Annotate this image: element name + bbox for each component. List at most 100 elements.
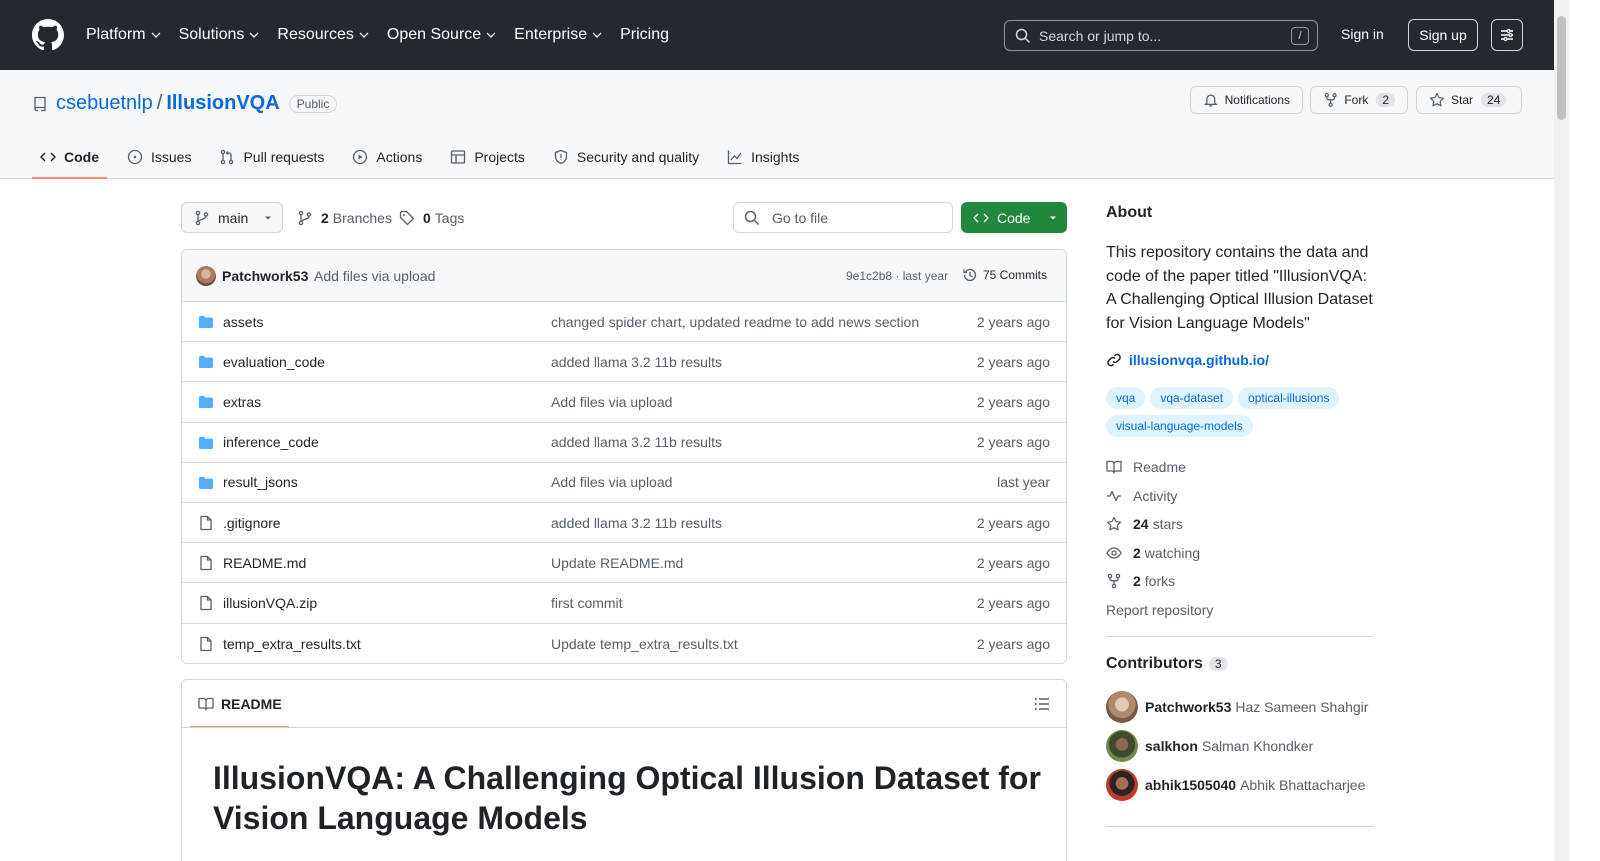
link-icon	[1107, 353, 1121, 367]
file-commit-date: 2 years ago	[976, 353, 1050, 370]
avatar	[1106, 691, 1138, 723]
contributor-item[interactable]: Patchwork53 Haz Sameen Shahgir	[1106, 691, 1368, 723]
contributor-item[interactable]: abhik1505040 Abhik Bhattacharjee	[1106, 769, 1365, 801]
file-name-link[interactable]: README.md	[223, 555, 306, 571]
tab-code[interactable]: Code	[32, 136, 107, 179]
commits-history-link[interactable]: 75 Commits	[962, 267, 1047, 283]
file-commit-date: 2 years ago	[976, 434, 1050, 451]
code-dropdown-button[interactable]: Code	[961, 202, 1067, 233]
tags-link[interactable]: 0 Tags	[399, 210, 464, 226]
nav-enterprise[interactable]: Enterprise	[514, 24, 603, 46]
scrollbar-thumb[interactable]	[1557, 16, 1566, 120]
nav-pricing[interactable]: Pricing	[620, 24, 669, 46]
file-name-link[interactable]: result_jsons	[223, 474, 298, 490]
star-button[interactable]: Star 24	[1416, 86, 1522, 114]
stars-link[interactable]: 24 stars	[1106, 516, 1183, 532]
contributors-count: 3	[1208, 657, 1228, 671]
forks-link[interactable]: 2 forks	[1106, 573, 1175, 589]
sign-up-button[interactable]: Sign up	[1408, 19, 1478, 51]
file-row[interactable]: evaluation_code added llama 3.2 11b resul…	[182, 342, 1066, 383]
file-row[interactable]: extras Add files via upload 2 years ago	[182, 382, 1066, 423]
top-nav: Platform Solutions Resources Open Source…	[86, 24, 686, 46]
outline-button[interactable]	[1034, 696, 1050, 712]
readme-tab[interactable]: README	[190, 680, 289, 728]
tab-issues[interactable]: Issues	[119, 136, 199, 178]
readme-link[interactable]: Readme	[1106, 459, 1186, 475]
branch-select-button[interactable]: main	[181, 202, 283, 233]
activity-link[interactable]: Activity	[1106, 488, 1177, 504]
file-row[interactable]: README.md Update README.md 2 years ago	[182, 543, 1066, 584]
nav-open-source[interactable]: Open Source	[387, 24, 497, 46]
topic-tag[interactable]: vqa	[1106, 387, 1146, 409]
search-input[interactable]: Search or jump to... /	[1004, 20, 1318, 51]
file-name-link[interactable]: .gitignore	[223, 515, 281, 531]
file-name-link[interactable]: temp_extra_results.txt	[223, 636, 361, 652]
topic-tag[interactable]: visual-language-models	[1106, 415, 1253, 437]
tab-security[interactable]: Security and quality	[545, 136, 707, 178]
tab-insights[interactable]: Insights	[719, 136, 807, 178]
file-name-link[interactable]: illusionVQA.zip	[223, 595, 317, 611]
report-repository-link[interactable]: Report repository	[1106, 602, 1213, 618]
divider	[1106, 636, 1373, 637]
forks-label: forks	[1144, 573, 1176, 589]
file-row[interactable]: inference_code added llama 3.2 11b result…	[182, 423, 1066, 463]
file-list: assets changed spider chart, updated read…	[182, 302, 1066, 664]
commit-author-link[interactable]: Patchwork53	[222, 268, 308, 284]
avatar[interactable]	[196, 266, 216, 286]
branch-name: main	[218, 209, 249, 226]
sign-in-link[interactable]: Sign in	[1341, 26, 1384, 42]
file-row[interactable]: temp_extra_results.txt Update temp_extra_…	[182, 624, 1066, 664]
code-button-label: Code	[997, 209, 1031, 226]
file-commit-date: 2 years ago	[976, 554, 1050, 571]
topic-tag[interactable]: vqa-dataset	[1150, 387, 1234, 409]
file-commit-message-link[interactable]: first commit	[551, 595, 623, 611]
contributor-item[interactable]: salkhon Salman Khondker	[1106, 730, 1313, 762]
book-icon	[198, 697, 214, 711]
watching-label: watching	[1144, 545, 1201, 561]
nav-resources[interactable]: Resources	[277, 24, 369, 46]
repo-name-link[interactable]: IllusionVQA	[166, 92, 279, 115]
file-commit-message-link[interactable]: Update temp_extra_results.txt	[551, 636, 738, 652]
file-commit-message-link[interactable]: changed spider chart, updated readme to …	[551, 314, 919, 330]
nav-solutions[interactable]: Solutions	[179, 24, 261, 46]
homepage-link[interactable]: illusionvqa.github.io/	[1106, 352, 1269, 368]
book-icon	[1106, 460, 1122, 474]
eye-icon	[1106, 547, 1122, 559]
file-row[interactable]: illusionVQA.zip first commit 2 years ago	[182, 583, 1066, 624]
tab-actions[interactable]: Actions	[344, 136, 430, 178]
tab-projects[interactable]: Projects	[442, 136, 533, 178]
settings-menu-button[interactable]	[1491, 19, 1523, 51]
contributors-heading[interactable]: Contributors 3	[1106, 655, 1228, 673]
tab-pull-requests[interactable]: Pull requests	[211, 136, 332, 178]
topic-tag[interactable]: optical-illusions	[1238, 387, 1340, 409]
branches-link[interactable]: 2 Branches	[297, 210, 392, 226]
watchers-link[interactable]: 2 watching	[1106, 545, 1200, 561]
issue-icon	[127, 149, 143, 165]
nav-platform[interactable]: Platform	[86, 24, 162, 46]
file-commit-message-link[interactable]: added llama 3.2 11b results	[551, 515, 722, 531]
file-commit-message-link[interactable]: added llama 3.2 11b results	[551, 354, 722, 370]
commit-message-link[interactable]: Add files via upload	[314, 268, 435, 284]
commit-hash-link[interactable]: 9e1c2b8 · last year	[846, 269, 948, 283]
file-name-link[interactable]: evaluation_code	[223, 354, 325, 370]
notifications-button[interactable]: Notifications	[1190, 86, 1303, 114]
file-row[interactable]: result_jsons Add files via upload last yea…	[182, 463, 1066, 503]
code-icon	[973, 212, 989, 223]
file-name-link[interactable]: extras	[223, 394, 261, 410]
fork-count: 2	[1376, 93, 1395, 107]
file-row[interactable]: assets changed spider chart, updated read…	[182, 302, 1066, 343]
file-name-link[interactable]: assets	[223, 314, 263, 330]
file-row[interactable]: .gitignore added llama 3.2 11b results 2 y…	[182, 503, 1066, 544]
file-commit-date: 2 years ago	[976, 393, 1050, 410]
file-commit-message-link[interactable]: Add files via upload	[551, 474, 672, 490]
github-logo-icon[interactable]	[32, 19, 64, 51]
fork-button[interactable]: Fork 2	[1310, 86, 1408, 114]
go-to-file-input[interactable]: Go to file	[733, 202, 953, 233]
file-commit-message-link[interactable]: Update README.md	[551, 555, 683, 571]
file-commit-message-link[interactable]: added llama 3.2 11b results	[551, 434, 722, 450]
file-name-link[interactable]: inference_code	[223, 434, 319, 450]
repo-owner-link[interactable]: csebuetnlp	[56, 92, 153, 115]
file-commit-message-link[interactable]: Add files via upload	[551, 394, 672, 410]
scrollbar-track[interactable]	[1554, 0, 1569, 861]
tab-label: Issues	[151, 149, 192, 165]
